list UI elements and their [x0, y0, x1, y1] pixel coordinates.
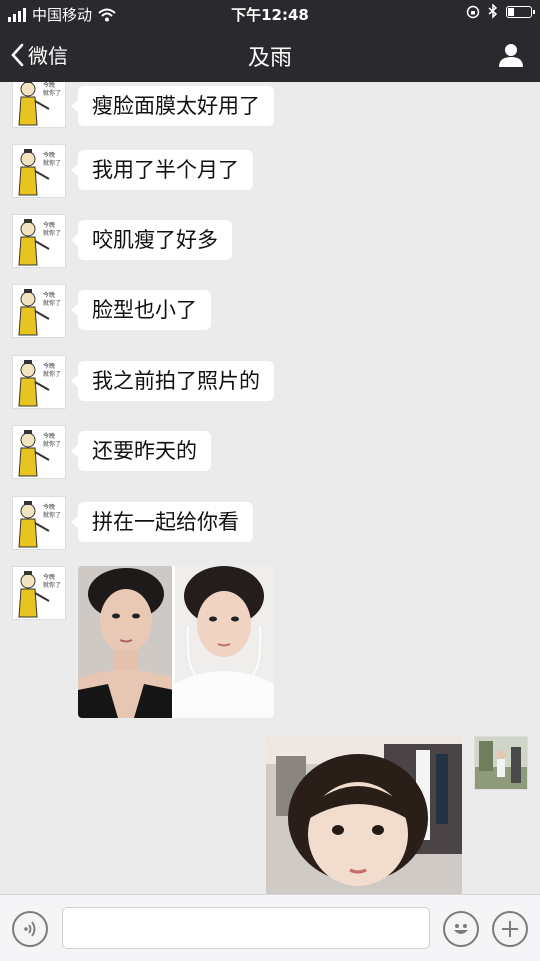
contact-avatar[interactable]: 今晚 就你了: [12, 496, 66, 550]
battery-icon: [506, 5, 535, 18]
plus-icon: [502, 921, 518, 937]
emoji-button[interactable]: [443, 911, 479, 947]
svg-text:就你了: 就你了: [43, 440, 61, 448]
before-after-photo[interactable]: [78, 566, 274, 718]
svg-text:今晚: 今晚: [43, 221, 55, 229]
svg-text:今晚: 今晚: [43, 151, 55, 159]
svg-text:就你了: 就你了: [43, 581, 61, 589]
svg-text:就你了: 就你了: [43, 370, 61, 378]
person-icon: [499, 44, 523, 67]
message-input[interactable]: [62, 907, 430, 949]
message-bubble: 拼在一起给你看: [71, 502, 253, 542]
svg-text:就你了: 就你了: [43, 229, 61, 237]
more-button[interactable]: [492, 911, 528, 947]
input-bar: [0, 894, 540, 961]
bluetooth-icon: [488, 4, 498, 19]
svg-text:今晚: 今晚: [43, 82, 55, 89]
nav-bar: 微信 及雨: [0, 28, 540, 82]
svg-text:就你了: 就你了: [43, 299, 61, 307]
contact-avatar[interactable]: 今晚 就你了: [12, 214, 66, 268]
contact-avatar[interactable]: 今晚 就你了: [12, 82, 66, 128]
message-bubble: 咬肌瘦了好多: [71, 220, 232, 260]
chat-title: 及雨: [247, 46, 292, 71]
svg-text:今晚: 今晚: [43, 291, 55, 299]
status-bar: 中国移动 下午12:48: [0, 0, 540, 28]
message-bubble: 我用了半个月了: [71, 150, 253, 190]
svg-text:就你了: 就你了: [43, 159, 61, 167]
orientation-lock-icon: [466, 5, 480, 18]
contact-avatar[interactable]: 今晚 就你了: [12, 355, 66, 409]
svg-text:今晚: 今晚: [43, 503, 55, 511]
clock: 下午12:48: [231, 6, 309, 24]
svg-text:就你了: 就你了: [43, 511, 61, 519]
contact-avatar[interactable]: 今晚 就你了: [12, 284, 66, 338]
svg-text:就你了: 就你了: [43, 89, 61, 97]
child-selfie-photo[interactable]: [266, 736, 462, 894]
message-bubble: 我之前拍了照片的: [71, 361, 274, 401]
svg-text:今晚: 今晚: [43, 573, 55, 581]
message-bubble: 还要昨天的: [71, 431, 211, 471]
contact-avatar[interactable]: 今晚 就你了: [12, 566, 66, 620]
svg-text:今晚: 今晚: [43, 362, 55, 370]
smiley-icon: [454, 924, 468, 934]
message-bubble: 脸型也小了: [71, 290, 211, 330]
contact-avatar[interactable]: 今晚 就你了: [12, 425, 66, 479]
profile-button[interactable]: [498, 42, 524, 72]
contact-avatar[interactable]: 今晚 就你了: [12, 144, 66, 198]
svg-text:今晚: 今晚: [43, 432, 55, 440]
message-bubble: 瘦脸面膜太好用了: [71, 86, 274, 126]
voice-button[interactable]: [12, 911, 48, 947]
self-avatar[interactable]: [474, 736, 528, 790]
voice-icon: [24, 921, 36, 937]
message-list[interactable]: 今晚 就你了 瘦脸面膜太好用了 今晚 就你了 我用了半个月了 今晚 就你了 咬肌瘦了好…: [0, 82, 540, 894]
